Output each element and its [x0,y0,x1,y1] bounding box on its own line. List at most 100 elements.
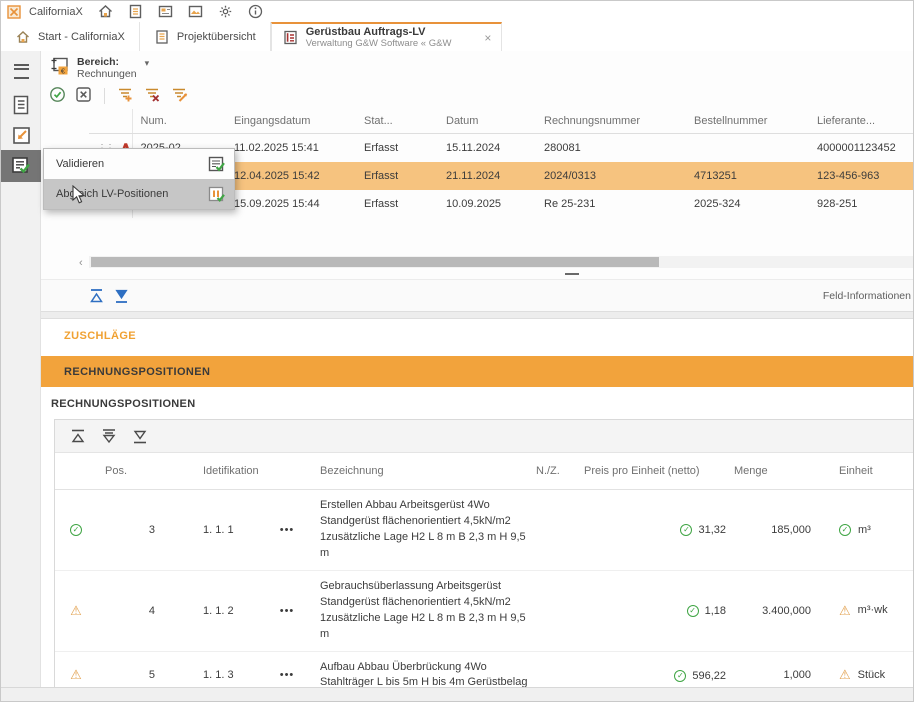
home-icon[interactable] [97,3,114,20]
app-window: CaliforniaX Start - Cali [0,0,914,702]
expand-all-icon[interactable] [132,428,148,445]
bezeichnung-line: Gebrauchsüberlassung Arbeitsgerüst [320,579,536,595]
col-preis[interactable]: Preis pro Einheit (netto) [584,453,734,490]
col-rechnungsnummer[interactable]: Rechnungsnummer [536,109,686,134]
info-icon[interactable] [247,3,264,20]
cell-rechnungsnummer: Re 25-231 [536,190,686,218]
position-row[interactable]: ⚠ 4 1. 1. 2 ••• Gebrauchsüberlassung Arb… [55,570,913,651]
more-options-icon[interactable]: ••• [268,490,306,571]
cell-preis: ✓ 1,18 [584,570,734,651]
scroll-left-icon[interactable]: ‹ [79,257,83,269]
cell-eingangsdatum: 15.09.2025 15:44 [226,190,356,218]
cell-lieferant: 928-251 [809,190,913,218]
col-einheit[interactable]: Einheit [819,453,913,490]
cell-status: Erfasst [356,162,438,190]
cell-nz [536,490,584,571]
list-check-icon [10,155,32,177]
status-bar [1,687,913,701]
collapse-up-icon[interactable] [89,288,104,304]
sidebar-item-validate-active[interactable] [1,150,41,182]
compare-lv-icon [207,185,226,204]
col-status[interactable]: Stat... [356,109,438,134]
cell-lieferant: 4000001123452 [809,134,913,163]
col-pos[interactable]: Pos. [97,453,163,490]
tab-start[interactable]: Start - CaliforniaX [1,22,140,51]
cell-pos: 3 [97,490,163,571]
col-lieferant[interactable]: Lieferante... [809,109,913,134]
section-zuschlaege[interactable]: ZUSCHLÄGE [41,319,913,353]
bezeichnung-line: Aufbau Abbau Überbrückung 4Wo [320,660,536,676]
field-info-bar: Feld-Informationen [41,279,913,312]
col-datum[interactable]: Datum [438,109,536,134]
cell-bestellnummer: 4713251 [686,162,809,190]
cell-einheit: ✓m³ [819,490,913,571]
invoice-header-row: Num. Eingangsdatum Stat... Datum Rechnun… [89,109,913,134]
cell-identifikation: 1. 1. 1 [163,490,268,571]
cell-bezeichnung: Gebrauchsüberlassung Arbeitsgerüst Stand… [306,570,536,651]
sidebar-item-import[interactable] [1,120,41,150]
tab-projektuebersicht[interactable]: Projektübersicht [140,22,271,51]
col-identifikation[interactable]: Idetifikation [163,453,268,490]
expand-level-icon[interactable] [101,428,117,445]
col-menge[interactable]: Menge [734,453,819,490]
cell-datum: 10.09.2025 [438,190,536,218]
bezeichnung-line: Erstellen Abbau Arbeitsgerüst 4Wo [320,498,536,514]
confirm-icon[interactable] [49,86,66,106]
filter-add-icon[interactable] [117,86,135,106]
col-bezeichnung[interactable]: Bezeichnung [306,453,536,490]
cell-menge: 3.400,000 [734,570,819,651]
price-ok-icon: ✓ [687,605,699,617]
preis-value: 1,18 [705,605,726,617]
col-bestellnummer[interactable]: Bestellnummer [686,109,809,134]
unit-warning-icon: ⚠ [839,604,851,617]
splitter-handle[interactable] [565,273,579,275]
section-rechnungspositionen[interactable]: RECHNUNGSPOSITIONEN [41,356,913,387]
cell-bezeichnung: Erstellen Abbau Arbeitsgerüst 4Wo Standg… [306,490,536,571]
col-eingangsdatum[interactable]: Eingangsdatum [226,109,356,134]
col-nz[interactable]: N./Z. [536,453,584,490]
tabbar: Start - CaliforniaX Projektübersicht Ger… [1,22,913,52]
einheit-value: Stück [858,669,886,681]
position-row[interactable]: ✓ 3 1. 1. 1 ••• Erstellen Abbau Arbeitsg… [55,490,913,571]
positions-pane: ZUSCHLÄGE RECHNUNGSPOSITIONEN RECHNUNGSP… [41,319,913,687]
app-logo-icon [7,5,21,19]
cell-bestellnummer: 2025-324 [686,190,809,218]
scrollbar-thumb[interactable] [91,257,659,267]
field-info-label[interactable]: Feld-Informationen [823,290,911,302]
menu-item-validieren[interactable]: Validieren [44,149,234,179]
sidebar-item-document[interactable] [1,90,41,120]
image-icon[interactable] [187,3,204,20]
preis-value: 596,22 [692,670,726,682]
horizontal-scrollbar[interactable] [89,256,913,268]
bereich-selector[interactable]: € Bereich: Rechnungen ▾ [50,56,149,80]
app-name: CaliforniaX [29,6,83,18]
collapse-all-icon[interactable] [70,428,86,445]
filter-remove-icon[interactable] [144,86,162,106]
more-options-icon[interactable]: ••• [268,570,306,651]
section-divider [41,311,913,319]
sidebar-menu-button[interactable] [1,58,41,84]
settings-icon[interactable] [217,3,234,20]
tab-geruestbau-auftrags-lv[interactable]: Gerüstbau Auftrags-LV Verwaltung G&W Sof… [271,22,503,51]
cancel-icon[interactable] [75,86,92,106]
cell-rechnungsnummer: 280081 [536,134,686,163]
cell-einheit: ⚠m³·wk [819,570,913,651]
bezeichnung-line: Standgerüst flächenorientiert 4,5kN/m2 [320,514,536,530]
card-icon[interactable] [157,3,174,20]
cell-menge: 185,000 [734,490,819,571]
expand-down-icon[interactable] [114,288,129,304]
price-ok-icon: ✓ [674,670,686,682]
projects-icon[interactable] [127,3,144,20]
bereich-icon: € [50,56,71,77]
titlebar-icons [97,3,264,20]
bereich-label: Bereich: [77,56,137,68]
chevron-down-icon[interactable]: ▾ [145,58,150,69]
tab-active-title: Gerüstbau Auftrags-LV [306,26,452,38]
rechnungspositionen-bar-label: RECHNUNGSPOSITIONEN [64,366,210,378]
col-num[interactable]: Num. [132,109,226,134]
filter-edit-icon[interactable] [171,86,189,106]
preis-value: 31,32 [698,524,726,536]
tab-close-icon[interactable]: × [484,31,491,45]
mouse-cursor [72,185,86,205]
tab-active-text: Gerüstbau Auftrags-LV Verwaltung G&W Sof… [306,26,452,49]
